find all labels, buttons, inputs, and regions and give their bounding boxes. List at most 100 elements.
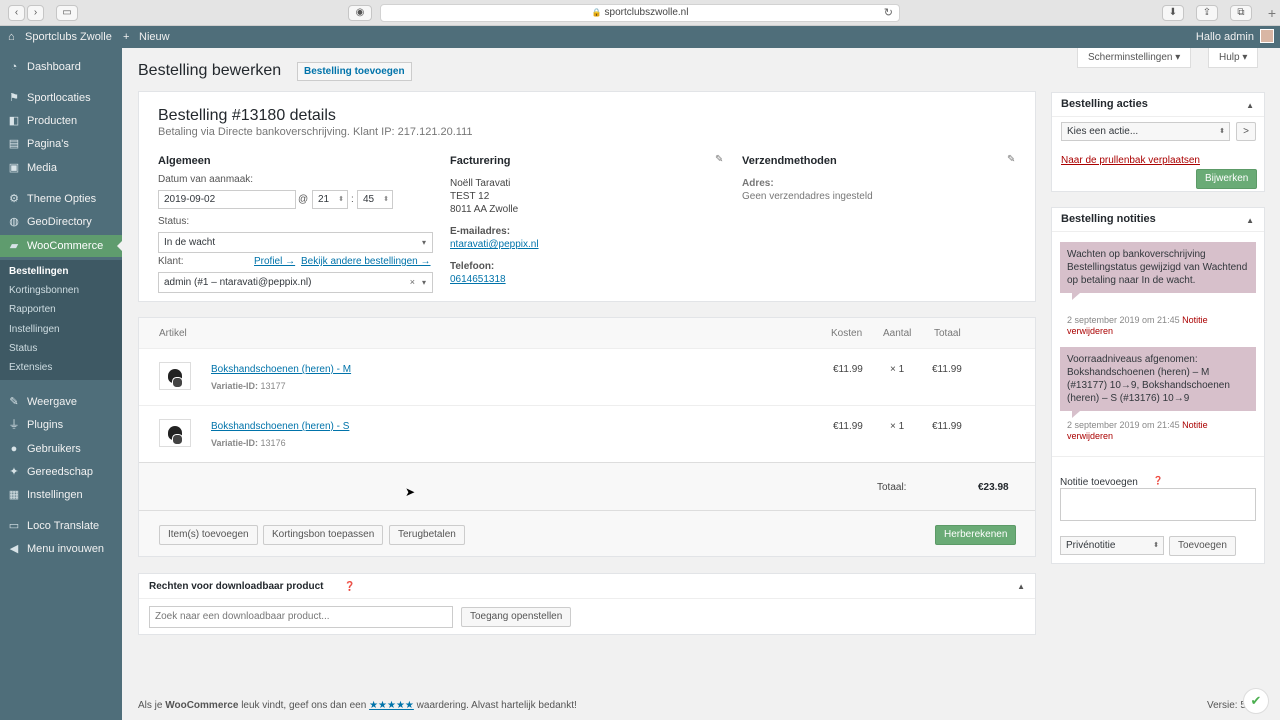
shipping-heading: Verzendmethoden [742,155,837,167]
sidebar-item-woocommerce[interactable]: ▰ WooCommerce [0,235,122,257]
woo-icon: ▰ [9,240,19,252]
new-tab-icon[interactable]: + [1268,6,1276,20]
rating-stars-link[interactable]: ★★★★★ [369,700,414,711]
shield-icon[interactable]: ✔ [1243,688,1269,714]
sidebar-item-sportlocaties[interactable]: ⚑ Sportlocaties [0,87,122,109]
order-items-panel: Artikel Kosten Aantal Totaal Bokshandsch… [138,317,1036,557]
sidebar-item-menu-invouwen[interactable]: ◀ Menu invouwen [0,538,122,560]
profile-link[interactable]: Profiel → [254,256,295,267]
order-details-panel: Bestelling #13180 details Betaling via D… [138,91,1036,302]
add-items-button[interactable]: Item(s) toevoegen [159,525,258,545]
site-name-link[interactable]: Sportclubs Zwolle [25,26,112,48]
collapse-icon: ◀ [9,543,19,555]
item-cost: €11.99 [833,421,863,432]
email-link[interactable]: ntaravati@peppix.nl [450,238,539,251]
sidebar-item-media[interactable]: ▣ Media [0,157,122,179]
version-text: Versie: 5 [1207,700,1246,711]
help-button[interactable]: Hulp ▾ [1208,48,1259,68]
sidebar-item-geodirectory[interactable]: ◍ GeoDirectory [0,211,122,233]
sidebar-toggle-icon[interactable]: ▭ [56,5,78,21]
total-value: €23.98 [978,482,1009,493]
product-link[interactable]: Bokshandschoenen (heren) - M [211,363,351,376]
totals-row: Totaal: €23.98 [139,462,1035,511]
collapse-toggle-icon[interactable]: ▲ [1246,101,1254,110]
clear-icon[interactable]: × [410,273,415,292]
hour-input[interactable]: 21 ⬍ [312,190,348,209]
submenu-kortingsbonnen[interactable]: Kortingsbonnen [9,281,79,300]
submenu-status[interactable]: Status [9,339,37,358]
settings-icon: ▦ [8,489,20,501]
status-select[interactable]: In de wacht ▾ [158,232,433,253]
note-textarea[interactable] [1060,488,1256,521]
sidebar-item-instellingen[interactable]: ▦ Instellingen [0,484,122,506]
submenu-rapporten[interactable]: Rapporten [9,300,56,319]
url-bar[interactable]: 🔒 sportclubszwolle.nl ↻ [380,4,900,22]
add-note-button[interactable]: Toevoegen [1169,536,1236,556]
add-order-button[interactable]: Bestelling toevoegen [297,62,412,81]
sidebar-item-paginas[interactable]: ▤ Pagina's [0,133,122,155]
col-cost: Kosten [831,328,863,339]
sidebar-item-weergave[interactable]: ✎ Weergave [0,391,122,413]
downloads-title: Rechten voor downloadbaar product [149,581,324,592]
avatar[interactable] [1260,29,1274,43]
share-icon[interactable]: ⇪ [1196,5,1218,21]
billing-heading: Facturering [450,155,511,167]
user-icon: ● [10,443,18,455]
sidebar-item-dashboard[interactable]: ◔ Dashboard [0,56,122,78]
refund-button[interactable]: Terugbetalen [389,525,465,545]
product-link[interactable]: Bokshandschoenen (heren) - S [211,420,349,433]
note-type-select[interactable]: Privénotitie ⬍ [1060,536,1164,555]
sidebar-item-theme-opties[interactable]: ⚙ Theme Opties [0,188,122,210]
order-title: Bestelling #13180 details [158,107,336,124]
help-icon[interactable]: ❓ [344,581,355,592]
other-orders-link[interactable]: Bekijk andere bestellingen → [301,256,431,267]
minute-input[interactable]: 45 ⬍ [357,190,393,209]
page-title: Bestelling bewerken [138,62,282,79]
screen-options-button[interactable]: Scherminstellingen ▾ [1077,48,1192,68]
cursor-icon: ➤ [405,485,416,499]
plug-icon: ⏚ [8,419,20,431]
submenu-instellingen[interactable]: Instellingen [9,320,60,339]
apply-action-button[interactable]: > [1236,122,1256,141]
reload-icon[interactable]: ↻ [884,5,893,21]
privacy-icon[interactable]: ◉ [348,5,372,21]
sidebar-item-loco-translate[interactable]: ▭ Loco Translate [0,515,122,537]
grant-access-button[interactable]: Toegang openstellen [461,607,572,627]
forward-icon[interactable]: › [27,5,44,21]
download-search-input[interactable]: Zoek naar een downloadbaar product... [149,606,453,628]
stepper-icon: ⬍ [383,196,389,203]
submenu-extensies[interactable]: Extensies [9,358,52,377]
sidebar-item-producten[interactable]: ◧ Producten [0,110,122,132]
email-label: E-mailadres: [450,226,511,237]
help-icon[interactable]: ❓ [1153,476,1163,485]
trash-link[interactable]: Naar de prullenbak verplaatsen [1061,154,1200,167]
collapse-toggle-icon[interactable]: ▲ [1246,216,1254,225]
apply-coupon-button[interactable]: Kortingsbon toepassen [263,525,384,545]
edit-billing-icon[interactable]: ✎ [715,154,723,165]
downloads-panel: Rechten voor downloadbaar product ❓ ▲ Zo… [138,573,1036,635]
edit-shipping-icon[interactable]: ✎ [1007,154,1015,165]
sidebar-item-gereedschap[interactable]: ✦ Gereedschap [0,461,122,483]
phone-link[interactable]: 0614651318 [450,273,506,286]
order-subtitle: Betaling via Directe bankoverschrijving.… [158,126,473,138]
sidebar-item-plugins[interactable]: ⏚ Plugins [0,414,122,436]
new-link[interactable]: Nieuw [139,26,170,48]
variation-id: 13177 [260,381,286,391]
plus-icon[interactable]: + [123,26,129,48]
submenu-bestellingen[interactable]: Bestellingen [9,262,68,281]
customer-select[interactable]: admin (#1 – ntaravati@peppix.nl) × ▾ [158,272,433,293]
tabs-icon[interactable]: ⧉ [1230,5,1252,21]
billing-name: Noëll Taravati [450,178,511,189]
back-icon[interactable]: ‹ [8,5,25,21]
shipping-address: Geen verzendadres ingesteld [742,191,873,202]
recalculate-button[interactable]: Herberekenen [935,525,1017,545]
collapse-toggle-icon[interactable]: ▲ [1017,582,1025,591]
download-icon[interactable]: ⬇ [1162,5,1184,21]
home-icon[interactable]: ⌂ [8,26,15,48]
billing-line1: TEST 12 [450,191,490,202]
date-input[interactable]: 2019-09-02 [158,190,296,209]
greeting[interactable]: Hallo admin [1196,26,1254,48]
action-select[interactable]: Kies een actie... ⬍ [1061,122,1230,141]
sidebar-item-gebruikers[interactable]: ● Gebruikers [0,438,122,460]
update-button[interactable]: Bijwerken [1196,169,1258,189]
